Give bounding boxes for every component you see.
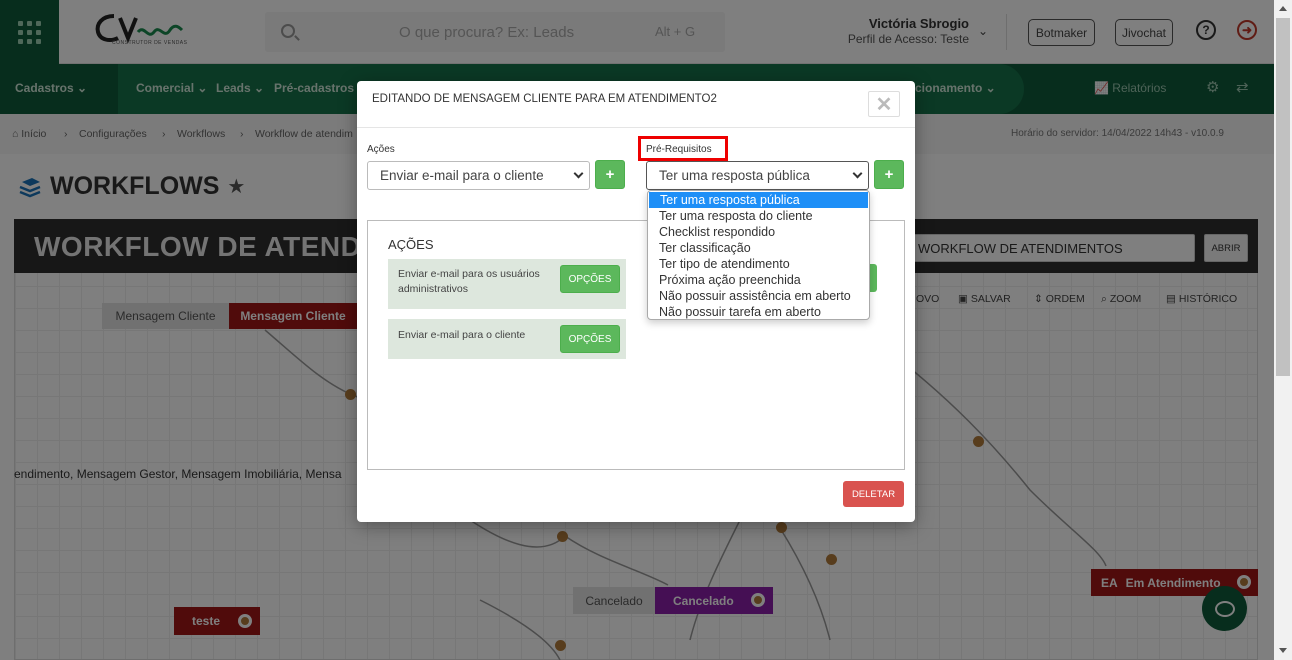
actions-heading: AÇÕES	[388, 237, 434, 252]
action-card-text: Enviar e-mail para o cliente	[398, 329, 526, 341]
prereq-select[interactable]: Ter uma resposta pública	[646, 161, 869, 190]
dropdown-option[interactable]: Ter tipo de atendimento	[648, 256, 869, 272]
scroll-down-arrow[interactable]	[1279, 648, 1287, 653]
dropdown-option[interactable]: Ter classificação	[648, 240, 869, 256]
action-card: Enviar e-mail para os usuários administr…	[388, 259, 626, 309]
action-card: Enviar e-mail para o cliente OPÇÕES	[388, 319, 626, 359]
prereq-label: Pré-Requisitos	[646, 144, 712, 155]
modal-title: EDITANDO DE MENSAGEM CLIENTE PARA EM ATE…	[372, 93, 717, 105]
delete-button[interactable]: DELETAR	[843, 481, 904, 507]
page-scrollbar[interactable]	[1274, 0, 1292, 660]
add-action-button[interactable]: +	[595, 160, 625, 189]
modal-divider	[357, 127, 915, 128]
chevron-down-icon	[852, 168, 863, 179]
dropdown-option[interactable]: Checklist respondido	[648, 224, 869, 240]
dropdown-option[interactable]: Não possuir assistência em aberto	[648, 288, 869, 304]
dropdown-option[interactable]: Próxima ação preenchida	[648, 272, 869, 288]
opcoes-button[interactable]: OPÇÕES	[560, 265, 620, 293]
dropdown-option[interactable]: Não possuir tarefa em aberto	[648, 304, 869, 320]
acoes-label: Ações	[367, 144, 395, 155]
action-card-text: Enviar e-mail para os usuários administr…	[398, 268, 540, 295]
prereq-dropdown-list[interactable]: Ter uma resposta pública Ter uma respost…	[647, 190, 870, 320]
scroll-thumb[interactable]	[1276, 18, 1290, 376]
dropdown-option[interactable]: Ter uma resposta pública	[649, 192, 868, 208]
close-icon[interactable]: ✕	[868, 91, 900, 117]
opcoes-button[interactable]: OPÇÕES	[560, 325, 620, 353]
acoes-select[interactable]: Enviar e-mail para o cliente	[367, 161, 590, 190]
add-prereq-button[interactable]: +	[874, 160, 904, 189]
chevron-down-icon	[573, 168, 584, 179]
dropdown-option[interactable]: Ter uma resposta do cliente	[648, 208, 869, 224]
scroll-up-arrow[interactable]	[1279, 6, 1287, 11]
